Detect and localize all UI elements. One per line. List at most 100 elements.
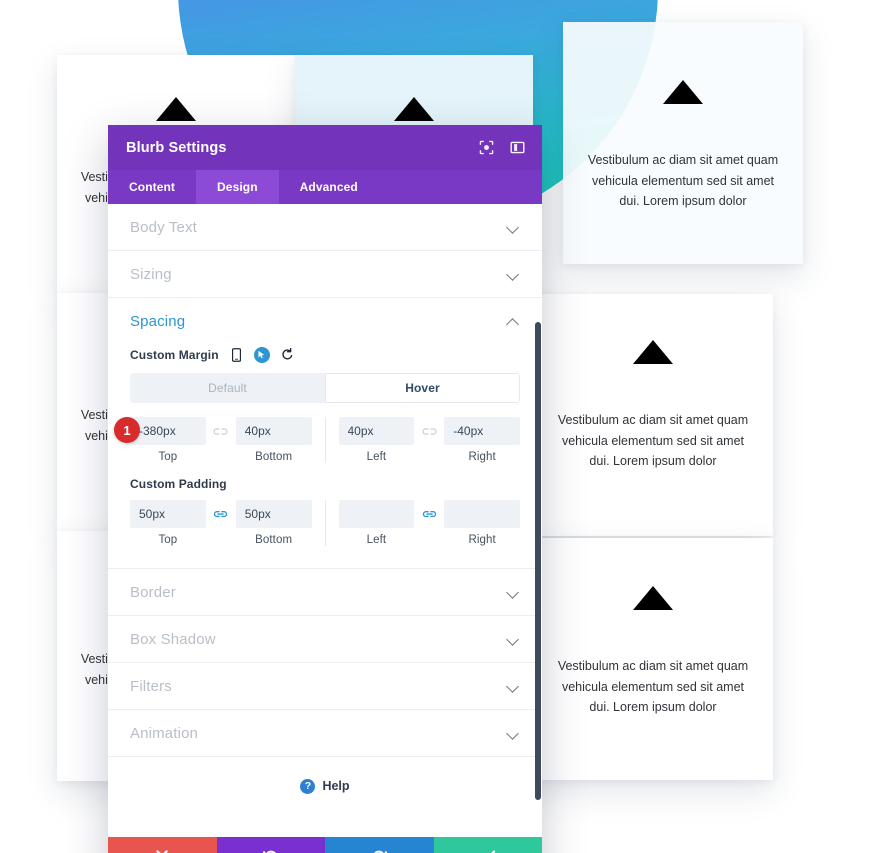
responsive-device-icon[interactable]	[228, 346, 245, 363]
section-animation[interactable]: Animation	[108, 710, 542, 757]
chevron-down-icon	[507, 682, 520, 690]
section-filters[interactable]: Filters	[108, 663, 542, 710]
tab-design[interactable]: Design	[196, 170, 279, 204]
margin-vertical-unlink-icon[interactable]	[206, 417, 236, 445]
triangle-up-icon	[663, 80, 703, 104]
margin-left-cell: Left	[338, 417, 415, 463]
tab-advanced[interactable]: Advanced	[279, 170, 379, 204]
modal-action-bar	[108, 837, 542, 853]
redo-button[interactable]	[325, 837, 434, 853]
section-border-header[interactable]: Border	[130, 569, 520, 615]
blurb-card-text: Vestibulum ac diam sit amet quam vehicul…	[557, 659, 749, 714]
triangle-up-icon	[633, 340, 673, 364]
section-body-text[interactable]: Body Text	[108, 204, 542, 251]
save-button[interactable]	[433, 837, 542, 853]
triangle-up-icon	[156, 97, 196, 121]
padding-left-input[interactable]	[338, 500, 415, 528]
chevron-up-icon	[507, 317, 520, 325]
section-title: Sizing	[130, 265, 172, 283]
margin-left-input[interactable]	[338, 417, 415, 445]
chevron-down-icon	[507, 729, 520, 737]
blurb-card[interactable]: Vestibulum ac diam sit amet quam vehicul…	[563, 22, 803, 264]
screenshot-stage: Vestibulum ac diam sit amet quam vehicul…	[0, 0, 880, 853]
section-spacing[interactable]: Spacing Custom Margin Default Hover 1 -3…	[108, 298, 542, 569]
help-label: Help	[322, 779, 350, 793]
focus-icon[interactable]	[478, 139, 495, 156]
undo-button[interactable]	[216, 837, 325, 853]
margin-top-cell: Top	[130, 417, 206, 463]
cancel-button[interactable]	[108, 837, 217, 853]
padding-left-caption: Left	[366, 534, 387, 546]
blurb-card-inner: Vestibulum ac diam sit amet quam vehicul…	[533, 340, 773, 472]
section-title: Body Text	[130, 218, 197, 236]
margin-bottom-cell: Bottom	[235, 417, 312, 463]
chevron-down-icon	[507, 223, 520, 231]
section-animation-header[interactable]: Animation	[130, 710, 520, 756]
padding-top-cell: Top	[130, 500, 206, 546]
margin-bottom-caption: Bottom	[255, 451, 293, 463]
help-icon: ?	[300, 778, 316, 794]
section-body-text-header[interactable]: Body Text	[130, 204, 520, 250]
chevron-down-icon	[507, 588, 520, 596]
margin-right-cell: Right	[444, 417, 520, 463]
padding-horizontal-group: Left Right	[324, 500, 520, 546]
section-title: Box Shadow	[130, 630, 216, 648]
section-border[interactable]: Border	[108, 569, 542, 616]
triangle-up-icon	[633, 586, 673, 610]
custom-margin-label-row: Custom Margin	[130, 346, 520, 363]
section-box-shadow-header[interactable]: Box Shadow	[130, 616, 520, 662]
section-spacing-header[interactable]: Spacing	[130, 298, 520, 344]
blurb-card[interactable]: Vestibulum ac diam sit amet quam vehicul…	[533, 538, 773, 780]
titlebar-icon-group	[478, 139, 526, 156]
margin-vertical-group: Top Bottom	[130, 417, 312, 463]
section-title: Border	[130, 583, 176, 601]
padding-bottom-cell: Bottom	[235, 500, 312, 546]
help-row[interactable]: ? Help	[108, 757, 542, 815]
section-box-shadow[interactable]: Box Shadow	[108, 616, 542, 663]
reset-icon[interactable]	[279, 346, 296, 363]
hover-state-icon[interactable]	[253, 346, 270, 363]
tab-content[interactable]: Content	[108, 170, 196, 204]
margin-top-input[interactable]	[130, 417, 206, 445]
chevron-down-icon	[507, 270, 520, 278]
padding-right-input[interactable]	[444, 500, 520, 528]
margin-horizontal-group: Left Right	[324, 417, 520, 463]
padding-top-input[interactable]	[130, 500, 206, 528]
margin-left-caption: Left	[366, 451, 387, 463]
blurb-card-text: Vestibulum ac diam sit amet quam vehicul…	[587, 153, 779, 208]
blurb-card-inner: Vestibulum ac diam sit amet quam vehicul…	[563, 80, 803, 212]
triangle-up-icon	[394, 97, 434, 121]
section-filters-header[interactable]: Filters	[130, 663, 520, 709]
margin-right-input[interactable]	[444, 417, 520, 445]
padding-vertical-link-icon[interactable]	[206, 500, 236, 528]
blurb-settings-modal: Blurb Settings Content Design Advanced B…	[108, 125, 542, 853]
padding-right-cell: Right	[444, 500, 520, 546]
padding-fields-row: Top Bottom	[130, 500, 520, 546]
margin-bottom-input[interactable]	[235, 417, 312, 445]
padding-top-caption: Top	[158, 534, 178, 546]
section-title: Filters	[130, 677, 172, 695]
modal-bottom-spacer	[108, 815, 542, 837]
margin-top-caption: Top	[158, 451, 178, 463]
state-hover-tab[interactable]: Hover	[325, 373, 520, 403]
padding-vertical-group: Top Bottom	[130, 500, 312, 546]
layout-panel-icon[interactable]	[509, 139, 526, 156]
state-default-tab[interactable]: Default	[130, 373, 325, 403]
padding-bottom-caption: Bottom	[255, 534, 293, 546]
blurb-card-inner: Vestibulum ac diam sit amet quam vehicul…	[533, 586, 773, 718]
modal-titlebar: Blurb Settings	[108, 125, 542, 170]
modal-tab-bar: Content Design Advanced	[108, 170, 542, 204]
margin-state-toggle: Default Hover	[130, 373, 520, 403]
section-title: Spacing	[130, 312, 186, 330]
padding-bottom-input[interactable]	[235, 500, 312, 528]
modal-scrollbar[interactable]	[535, 322, 541, 800]
padding-left-cell: Left	[338, 500, 415, 546]
section-sizing[interactable]: Sizing	[108, 251, 542, 298]
modal-body: Body Text Sizing Spacing Custom Margin D…	[108, 204, 542, 837]
margin-horizontal-unlink-icon[interactable]	[414, 417, 444, 445]
blurb-card[interactable]: Vestibulum ac diam sit amet quam vehicul…	[533, 294, 773, 536]
margin-right-caption: Right	[468, 451, 496, 463]
section-sizing-header[interactable]: Sizing	[130, 251, 520, 297]
custom-margin-label: Custom Margin	[130, 347, 219, 362]
padding-horizontal-link-icon[interactable]	[414, 500, 444, 528]
